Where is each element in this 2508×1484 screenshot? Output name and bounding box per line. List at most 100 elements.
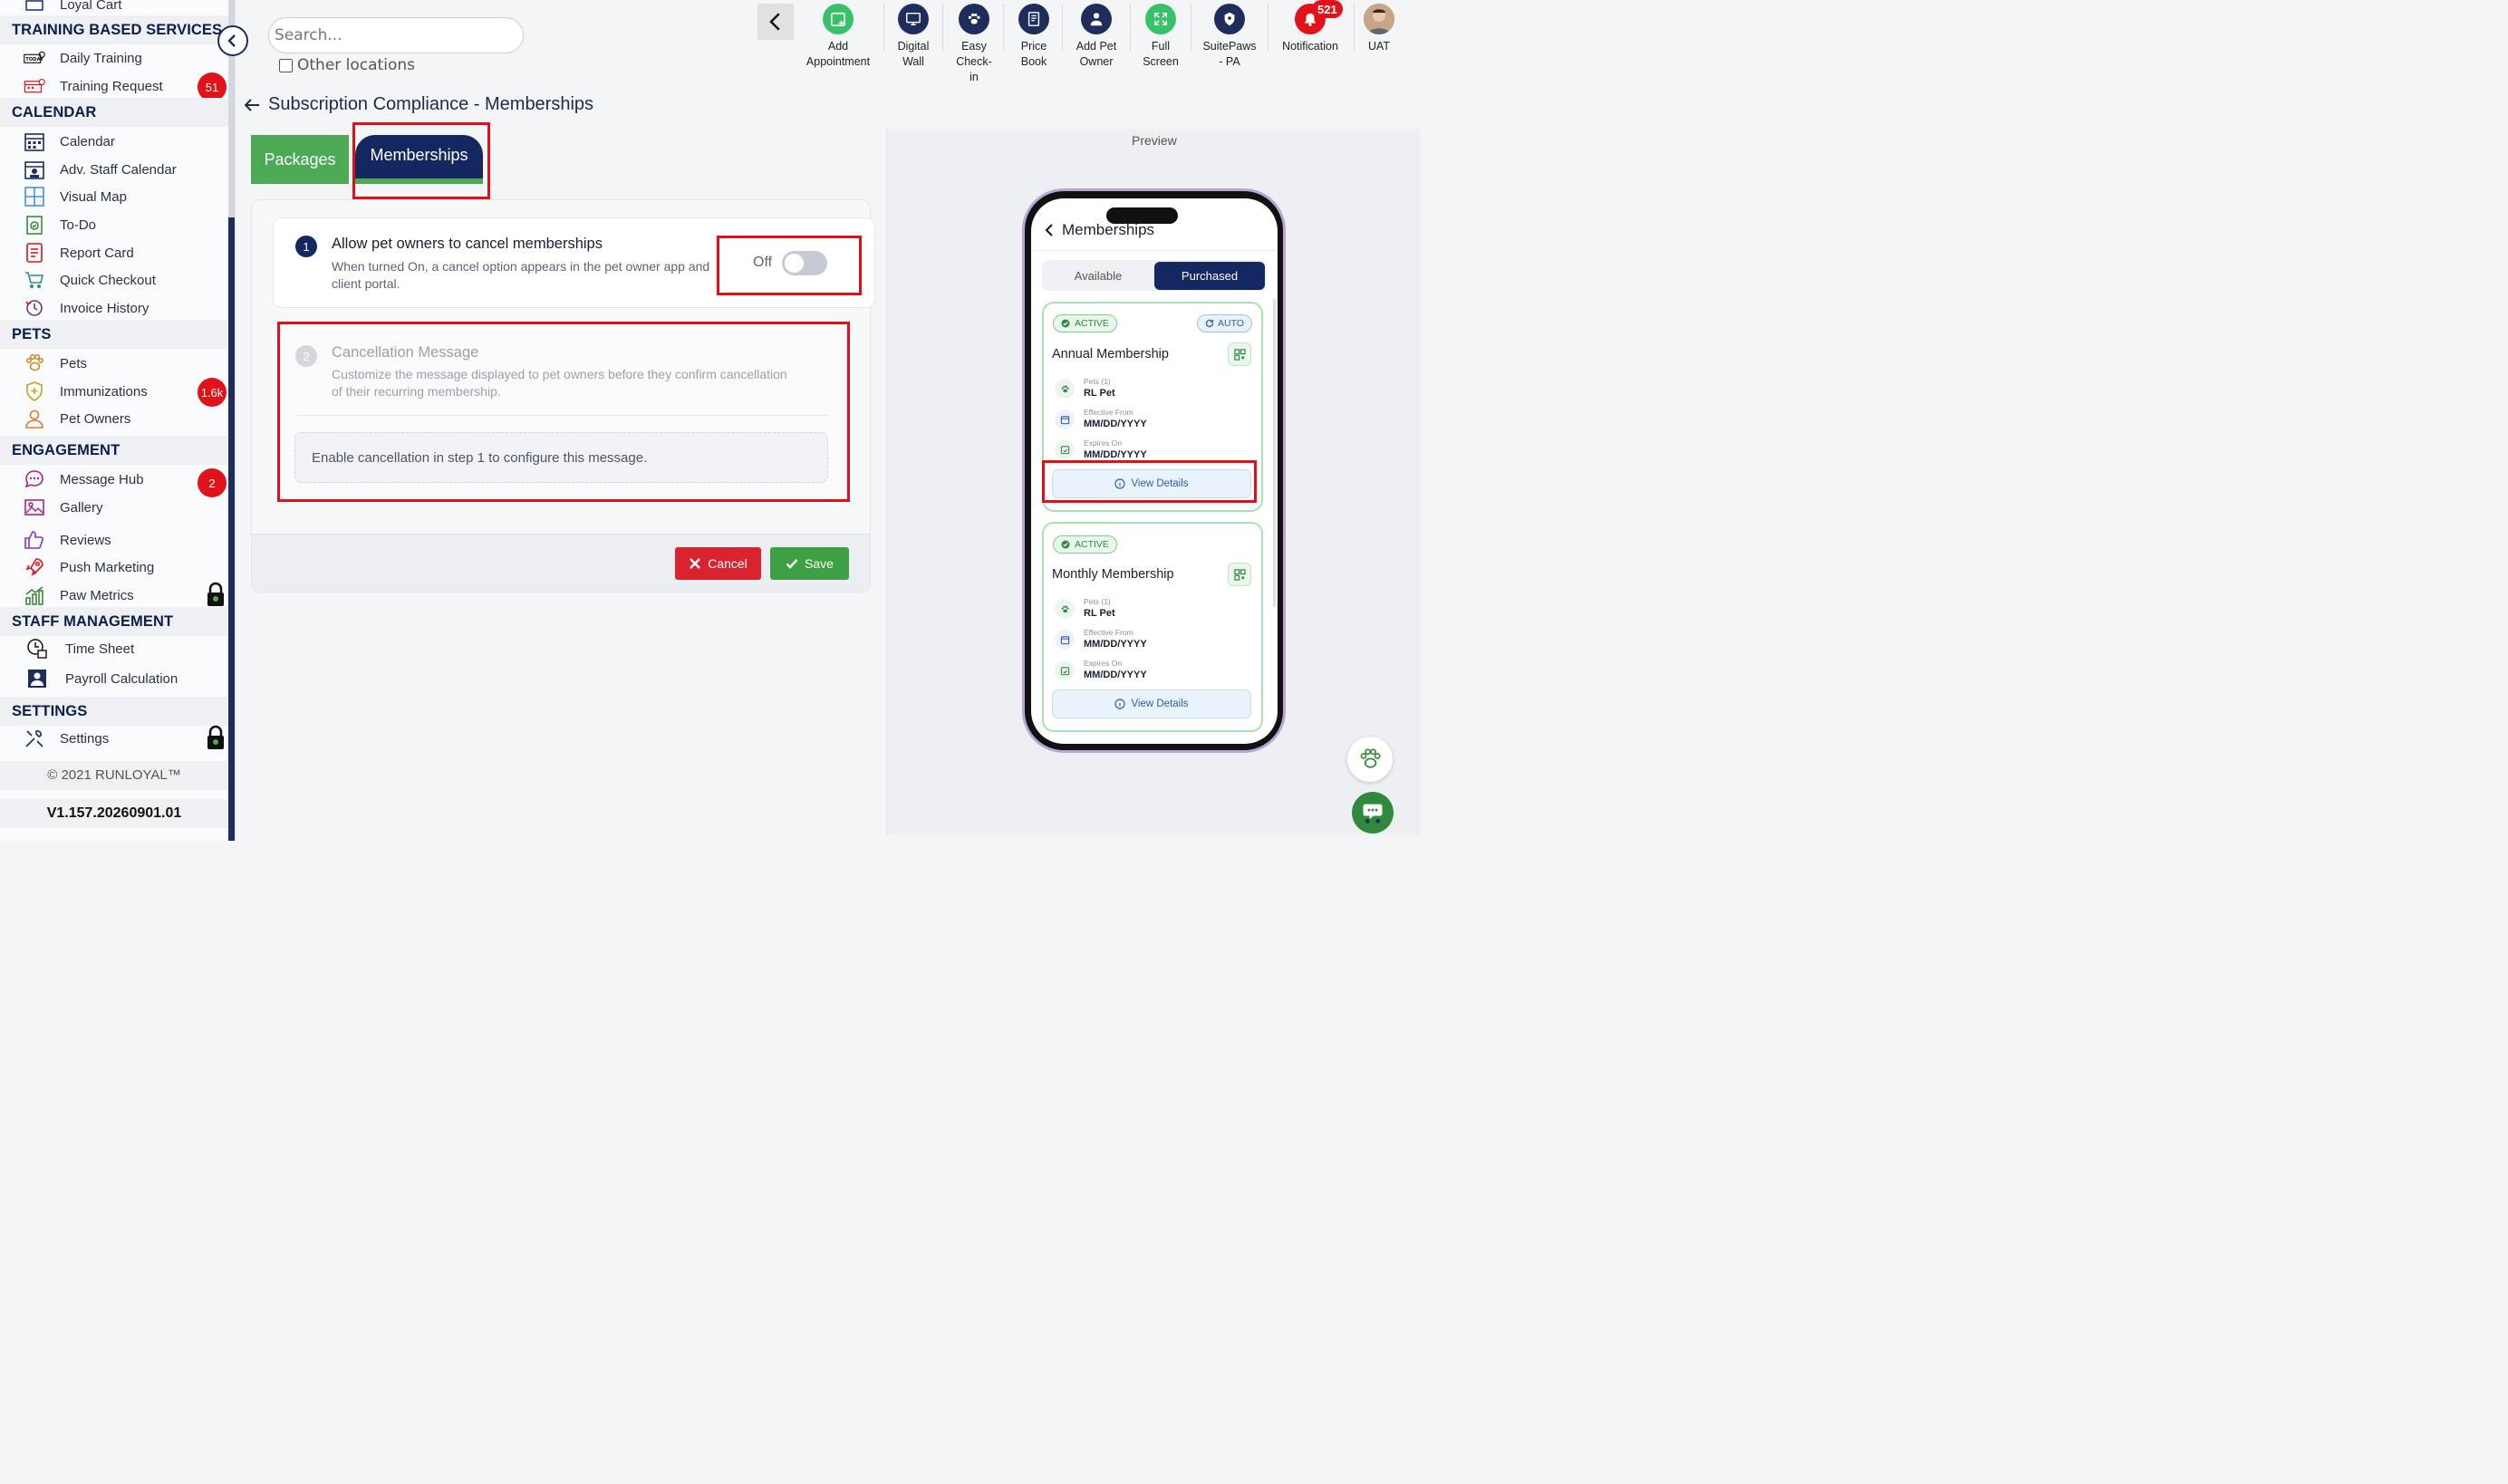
paw-assistant-button[interactable] [1347, 737, 1393, 782]
chevron-left-icon[interactable] [1044, 224, 1055, 236]
phone-scrollbar[interactable] [1273, 299, 1276, 607]
sidebar-item-message-hub[interactable]: Message Hub [20, 466, 144, 493]
qr-code-icon[interactable] [1228, 342, 1251, 366]
metrics-chart-icon [20, 583, 49, 607]
add-pet-owner-button[interactable]: Add Pet Owner [1071, 4, 1122, 70]
paw-icon [20, 352, 49, 375]
sidebar-item-gallery[interactable]: Gallery [20, 494, 103, 521]
toolbar-label: Digital [897, 40, 930, 53]
price-book-button[interactable]: Price Book [1014, 4, 1054, 70]
toolbar-label: - PA [1219, 55, 1240, 68]
sidebar-item-immunizations[interactable]: Immunizations [20, 378, 148, 405]
toolbar-separator [942, 4, 943, 51]
sidebar-item-reviews[interactable]: Reviews [20, 526, 111, 554]
digital-wall-button[interactable]: Digital Wall [892, 4, 935, 70]
checkbox[interactable] [279, 58, 293, 72]
view-details-label: View Details [1131, 699, 1189, 709]
sidebar-item-visual-map[interactable]: Visual Map [20, 183, 127, 210]
tab-packages[interactable]: Packages [251, 135, 349, 184]
today-calendar-icon: TODAY [20, 46, 49, 70]
toolbar-label: Owner [1079, 55, 1114, 68]
sidebar-item-quick-checkout[interactable]: Quick Checkout [20, 266, 156, 294]
pet-paw-icon [1055, 379, 1075, 399]
sidebar-item-daily-training[interactable]: TODAY Daily Training [20, 44, 142, 72]
chat-support-button[interactable] [1352, 792, 1394, 834]
sidebar-item-report-card[interactable]: Report Card [20, 239, 134, 266]
sidebar-item-label: Daily Training [60, 50, 142, 66]
sidebar-item-label: Reviews [60, 532, 111, 548]
expires-on-value: MM/DD/YYYY [1084, 449, 1147, 460]
sidebar-item-training-request[interactable]: Training Request [20, 72, 163, 100]
sidebar-item-time-sheet[interactable]: Time Sheet [20, 635, 134, 662]
section-calendar: CALENDAR [0, 98, 228, 127]
sidebar-item-label: Message Hub [60, 471, 144, 487]
refresh-icon [1205, 319, 1214, 328]
other-locations-label: Other locations [297, 56, 415, 74]
status-badge: ACTIVE [1053, 535, 1117, 554]
toolbar-label: SuitePaws [1202, 40, 1257, 53]
sidebar-item-push-marketing[interactable]: Push Marketing [20, 554, 154, 581]
toolbar-label: Easy [961, 40, 987, 53]
sidebar-item-invoice-history[interactable]: Invoice History [20, 294, 149, 322]
search-input[interactable]: Search... [268, 17, 524, 53]
sidebar-collapse-button[interactable] [217, 25, 248, 56]
sidebar-item-pets[interactable]: Pets [20, 350, 87, 377]
add-appointment-button[interactable]: Add Appointment [803, 4, 873, 70]
sidebar-item-paw-metrics[interactable]: Paw Metrics [20, 582, 134, 609]
sidebar-item-settings[interactable]: Settings [20, 725, 109, 752]
suitepaws-button[interactable]: SuitePaws - PA [1200, 4, 1259, 70]
qr-code-icon[interactable] [1228, 563, 1251, 586]
arrow-left-icon[interactable] [243, 96, 261, 114]
toolbar-label: Check- [956, 55, 992, 68]
toolbar-label: Add [827, 40, 849, 53]
full-screen-button[interactable]: Full Screen [1139, 4, 1182, 70]
rocket-icon [20, 555, 49, 579]
sidebar-item-pet-owners[interactable]: Pet Owners [20, 405, 130, 432]
cart-icon [20, 0, 49, 16]
effective-from-value: MM/DD/YYYY [1084, 419, 1147, 429]
toolbar-label: Wall [902, 55, 924, 68]
toolbar-separator [883, 4, 884, 51]
toolbar-separator [1354, 4, 1355, 51]
sidebar-item-label: Pet Owners [60, 410, 131, 427]
sidebar-item-payroll-calculation[interactable]: Payroll Calculation [20, 665, 178, 692]
toolbar-label: Appointment [805, 55, 871, 68]
person-icon [20, 407, 49, 430]
effective-from-value: MM/DD/YYYY [1084, 639, 1147, 650]
save-button[interactable]: Save [770, 547, 849, 580]
toolbar-label: Add Pet [1076, 40, 1117, 53]
sidebar-item-todo[interactable]: To-Do [20, 211, 96, 238]
other-locations-checkbox[interactable]: Other locations [279, 56, 415, 74]
segment-purchased[interactable]: Purchased [1154, 262, 1265, 290]
renewal-text: AUTO [1218, 318, 1244, 329]
easy-checkin-button[interactable]: Easy Check- in [953, 4, 995, 85]
sidebar-item-adv-staff-calendar[interactable]: Adv. Staff Calendar [20, 156, 177, 183]
pets-value: RL Pet [1084, 388, 1115, 399]
sidebar-item-label: Invoice History [60, 300, 150, 316]
effective-from-label: Effective From [1084, 628, 1133, 637]
user-menu-button[interactable]: UAT [1361, 4, 1397, 54]
search-placeholder: Search... [275, 26, 342, 44]
cancel-button[interactable]: Cancel [675, 547, 761, 580]
view-details-button[interactable]: View Details [1052, 689, 1251, 718]
pet-paw-icon [1055, 599, 1075, 619]
sidebar: Loyal Cart TRAINING BASED SERVICES TODAY… [0, 0, 236, 841]
sidebar-item-label: Calendar [60, 133, 115, 149]
toolbar-label: Full [1151, 40, 1171, 53]
todo-icon [20, 213, 49, 236]
section-training: TRAINING BASED SERVICES [0, 15, 228, 44]
section-pets: PETS [0, 320, 228, 349]
step-1-description-line-1: When turned On, a cancel option appears … [332, 259, 710, 274]
cancel-label: Cancel [708, 556, 748, 571]
toolbar-back-button[interactable] [757, 4, 794, 40]
calendar-request-icon [20, 74, 49, 98]
segment-available[interactable]: Available [1042, 260, 1154, 291]
pets-value: RL Pet [1084, 608, 1115, 619]
sidebar-item-calendar[interactable]: Calendar [20, 128, 115, 155]
sidebar-item-label: Report Card [60, 245, 134, 261]
pets-label: Pets (1) [1084, 597, 1111, 606]
check-icon [786, 559, 798, 569]
step-1-title: Allow pet owners to cancel memberships [332, 236, 603, 252]
calendar-icon [1055, 630, 1075, 650]
toolbar-label: in [969, 71, 979, 83]
